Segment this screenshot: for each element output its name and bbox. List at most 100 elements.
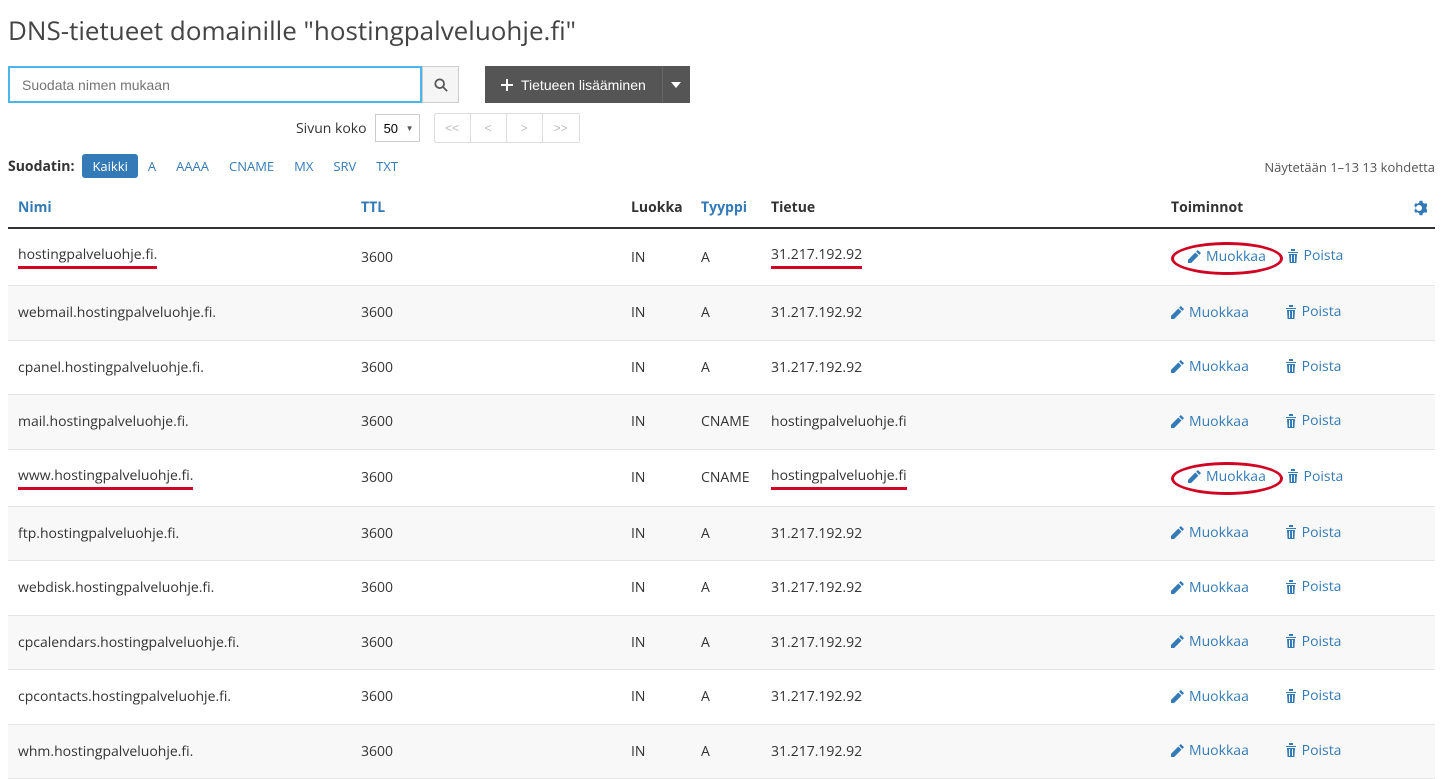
cell-nimi: whm.hostingpalveluohje.fi. [8, 724, 353, 779]
delete-link[interactable]: Poista [1285, 577, 1342, 596]
delete-link[interactable]: Poista [1285, 632, 1342, 651]
edit-label: Muokkaa [1189, 632, 1249, 651]
edit-label: Muokkaa [1206, 247, 1266, 266]
table-row: webdisk.hostingpalveluohje.fi. 3600 IN A… [8, 561, 1435, 616]
col-tyyppi[interactable]: Tyyppi [693, 188, 763, 228]
pager-first[interactable]: << [435, 114, 471, 142]
cell-ttl: 3600 [353, 395, 623, 450]
cell-nimi: ftp.hostingpalveluohje.fi. [8, 506, 353, 561]
trash-icon [1285, 414, 1297, 428]
dns-table: Nimi TTL Luokka Tyyppi Tietue Toiminnot … [8, 188, 1435, 779]
table-row: cpcontacts.hostingpalveluohje.fi. 3600 I… [8, 670, 1435, 725]
delete-link[interactable]: Poista [1285, 523, 1342, 542]
delete-link[interactable]: Poista [1287, 467, 1344, 486]
filter-kaikki[interactable]: Kaikki [82, 154, 137, 178]
trash-icon [1287, 249, 1299, 263]
pager-last[interactable]: >> [543, 114, 579, 142]
cell-tietue: 31.217.192.92 [763, 506, 1163, 561]
delete-label: Poista [1304, 467, 1344, 486]
table-row: mail.hostingpalveluohje.fi. 3600 IN CNAM… [8, 395, 1435, 450]
cell-luokka: IN [623, 506, 693, 561]
edit-label: Muokkaa [1189, 412, 1249, 431]
delete-link[interactable]: Poista [1285, 411, 1342, 430]
delete-label: Poista [1302, 302, 1342, 321]
delete-label: Poista [1302, 357, 1342, 376]
edit-link[interactable]: Muokkaa [1171, 357, 1249, 376]
edit-link[interactable]: Muokkaa [1171, 523, 1249, 542]
cell-ttl: 3600 [353, 228, 623, 286]
edit-link[interactable]: Muokkaa [1171, 412, 1249, 431]
delete-link[interactable]: Poista [1285, 741, 1342, 760]
cell-ttl: 3600 [353, 506, 623, 561]
cell-tietue: 31.217.192.92 [763, 228, 1163, 286]
pencil-icon [1171, 360, 1184, 373]
cell-tyyppi: CNAME [693, 395, 763, 450]
cell-luokka: IN [623, 561, 693, 616]
edit-label: Muokkaa [1189, 687, 1249, 706]
search-button[interactable] [422, 66, 459, 103]
edit-link[interactable]: Muokkaa [1171, 578, 1249, 597]
edit-label: Muokkaa [1189, 578, 1249, 597]
filter-cname[interactable]: CNAME [219, 154, 284, 178]
delete-label: Poista [1302, 741, 1342, 760]
cell-luokka: IN [623, 228, 693, 286]
col-ttl[interactable]: TTL [353, 188, 623, 228]
pager-next[interactable]: > [507, 114, 543, 142]
cell-actions: Muokkaa Poista [1163, 561, 1435, 616]
cell-nimi: cpcalendars.hostingpalveluohje.fi. [8, 615, 353, 670]
pencil-icon [1171, 635, 1184, 648]
settings-gear[interactable] [1403, 188, 1435, 228]
page-title: DNS-tietueet domainille "hostingpalveluo… [8, 12, 1435, 48]
filter-srv[interactable]: SRV [323, 154, 366, 178]
cell-ttl: 3600 [353, 615, 623, 670]
cell-ttl: 3600 [353, 724, 623, 779]
delete-label: Poista [1302, 577, 1342, 596]
delete-link[interactable]: Poista [1287, 246, 1344, 265]
trash-icon [1285, 580, 1297, 594]
cell-tyyppi: A [693, 340, 763, 395]
pencil-icon [1171, 306, 1184, 319]
table-row: ftp.hostingpalveluohje.fi. 3600 IN A 31.… [8, 506, 1435, 561]
delete-link[interactable]: Poista [1285, 686, 1342, 705]
cell-actions: Muokkaa Poista [1163, 724, 1435, 779]
cell-ttl: 3600 [353, 449, 623, 506]
result-count: Näytetään 1–13 13 kohdetta [1264, 158, 1435, 176]
col-nimi[interactable]: Nimi [8, 188, 353, 228]
search-input[interactable] [8, 66, 422, 103]
cell-luokka: IN [623, 615, 693, 670]
cell-actions: Muokkaa Poista [1163, 340, 1435, 395]
delete-link[interactable]: Poista [1285, 302, 1342, 321]
edit-link[interactable]: Muokkaa [1171, 303, 1249, 322]
filter-a[interactable]: A [138, 154, 166, 178]
trash-icon [1285, 634, 1297, 648]
edit-label: Muokkaa [1206, 467, 1266, 486]
edit-link[interactable]: Muokkaa [1188, 247, 1266, 266]
cell-ttl: 3600 [353, 670, 623, 725]
add-record-button[interactable]: Tietueen lisääminen [485, 66, 662, 103]
cell-tietue: 31.217.192.92 [763, 724, 1163, 779]
edit-link[interactable]: Muokkaa [1171, 741, 1249, 760]
table-row: cpcalendars.hostingpalveluohje.fi. 3600 … [8, 615, 1435, 670]
cell-tyyppi: A [693, 506, 763, 561]
pencil-icon [1171, 690, 1184, 703]
edit-link[interactable]: Muokkaa [1188, 467, 1266, 486]
trash-icon [1285, 359, 1297, 373]
filter-aaaa[interactable]: AAAA [166, 154, 219, 178]
cell-tyyppi: A [693, 228, 763, 286]
delete-link[interactable]: Poista [1285, 357, 1342, 376]
cell-tietue: 31.217.192.92 [763, 561, 1163, 616]
pencil-icon [1171, 744, 1184, 757]
pager-prev[interactable]: < [471, 114, 507, 142]
cell-nimi: www.hostingpalveluohje.fi. [8, 449, 353, 506]
edit-link[interactable]: Muokkaa [1171, 687, 1249, 706]
cell-nimi: webdisk.hostingpalveluohje.fi. [8, 561, 353, 616]
edit-link[interactable]: Muokkaa [1171, 632, 1249, 651]
table-row: www.hostingpalveluohje.fi. 3600 IN CNAME… [8, 449, 1435, 506]
delete-label: Poista [1304, 246, 1344, 265]
delete-label: Poista [1302, 523, 1342, 542]
page-size-select[interactable]: 50 [375, 114, 420, 142]
filter-mx[interactable]: MX [284, 154, 323, 178]
cell-tyyppi: A [693, 724, 763, 779]
add-record-dropdown[interactable] [662, 66, 690, 103]
filter-txt[interactable]: TXT [366, 154, 408, 178]
